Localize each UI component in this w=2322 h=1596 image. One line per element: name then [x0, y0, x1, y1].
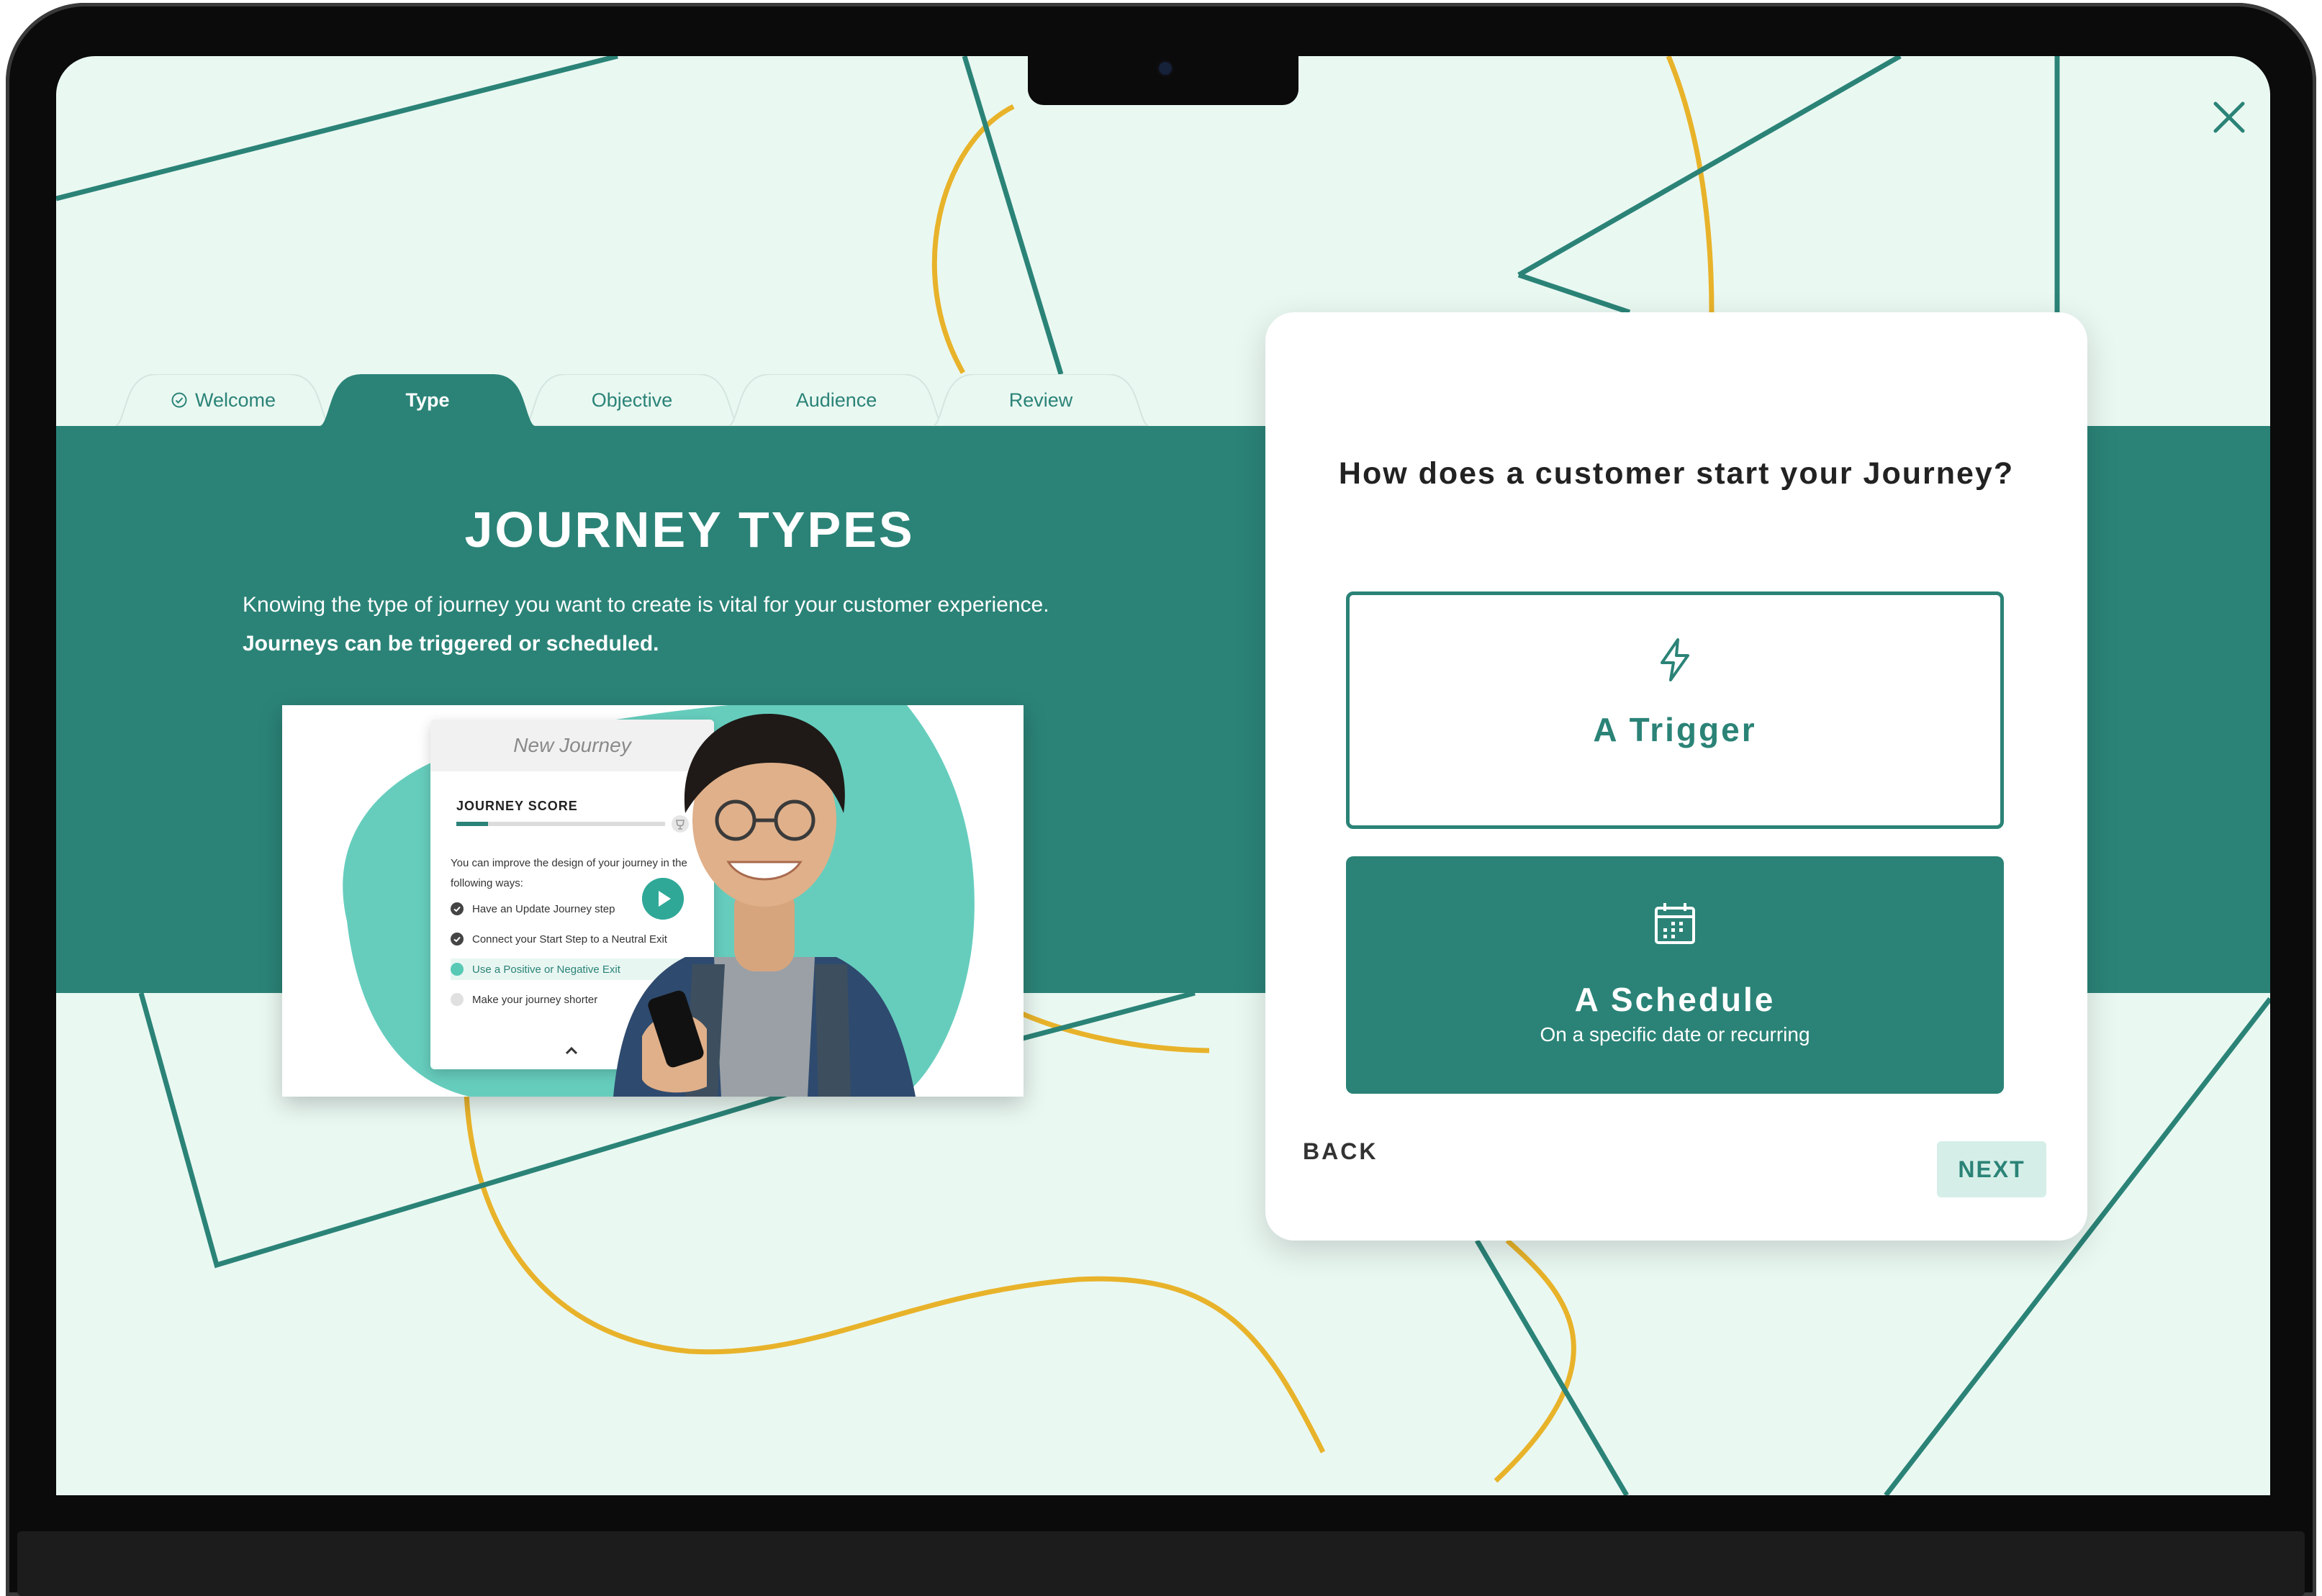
- check-icon: [451, 902, 464, 915]
- option-title: A Schedule: [1574, 981, 1776, 1018]
- question-heading: How does a customer start your Journey?: [1338, 456, 2015, 491]
- camera-notch: [1028, 56, 1298, 105]
- tab-objective[interactable]: Objective: [524, 374, 740, 426]
- option-subtitle: On a specific date or recurring: [1540, 1023, 1810, 1046]
- tab-label: Objective: [591, 389, 673, 411]
- tab-label: Review: [1008, 389, 1073, 411]
- check-circle-icon: [171, 392, 187, 408]
- description-text: Knowing the type of journey you want to …: [243, 593, 1049, 617]
- option-title: A Trigger: [1593, 711, 1757, 748]
- tab-welcome[interactable]: Welcome: [115, 374, 331, 426]
- score-label: JOURNEY SCORE: [456, 799, 578, 813]
- camera-icon: [1159, 62, 1172, 75]
- screen: Welcome Objective Audience Review Type J…: [56, 56, 2270, 1495]
- tip-label: Make your journey shorter: [472, 993, 598, 1006]
- chevron-up-icon: [565, 1046, 578, 1055]
- laptop-base: [17, 1531, 2305, 1596]
- tab-review[interactable]: Review: [933, 374, 1149, 426]
- tab-audience[interactable]: Audience: [728, 374, 944, 426]
- lightning-icon: [1661, 638, 1689, 681]
- tab-type[interactable]: Type: [320, 374, 536, 426]
- description-emphasis: Journeys can be triggered or scheduled.: [243, 632, 659, 656]
- schedule-option[interactable]: A Schedule On a specific date or recurri…: [1346, 856, 2004, 1094]
- trigger-option[interactable]: A Trigger: [1346, 591, 2004, 829]
- calendar-icon: [1655, 903, 1695, 944]
- tab-label: Audience: [795, 389, 877, 411]
- close-icon[interactable]: [2208, 96, 2250, 138]
- tab-label: Welcome: [194, 389, 276, 411]
- tab-label: Type: [405, 389, 450, 411]
- tip-label: Have an Update Journey step: [472, 902, 615, 915]
- check-icon: [451, 933, 464, 946]
- score-progress-fill: [456, 822, 488, 826]
- tip-dot-icon: [451, 963, 464, 976]
- tip-dot-icon: [451, 993, 464, 1006]
- journey-type-card: How does a customer start your Journey? …: [1265, 312, 2087, 1241]
- next-button[interactable]: NEXT: [1937, 1141, 2046, 1197]
- journey-preview-image: New Journey JOURNEY SCORE You can improv…: [282, 705, 1024, 1097]
- back-button[interactable]: BACK: [1303, 1138, 1378, 1165]
- page-title: JOURNEY TYPES: [464, 502, 915, 558]
- play-icon[interactable]: [642, 878, 684, 920]
- hero-description: Knowing the type of journey you want to …: [243, 586, 1063, 663]
